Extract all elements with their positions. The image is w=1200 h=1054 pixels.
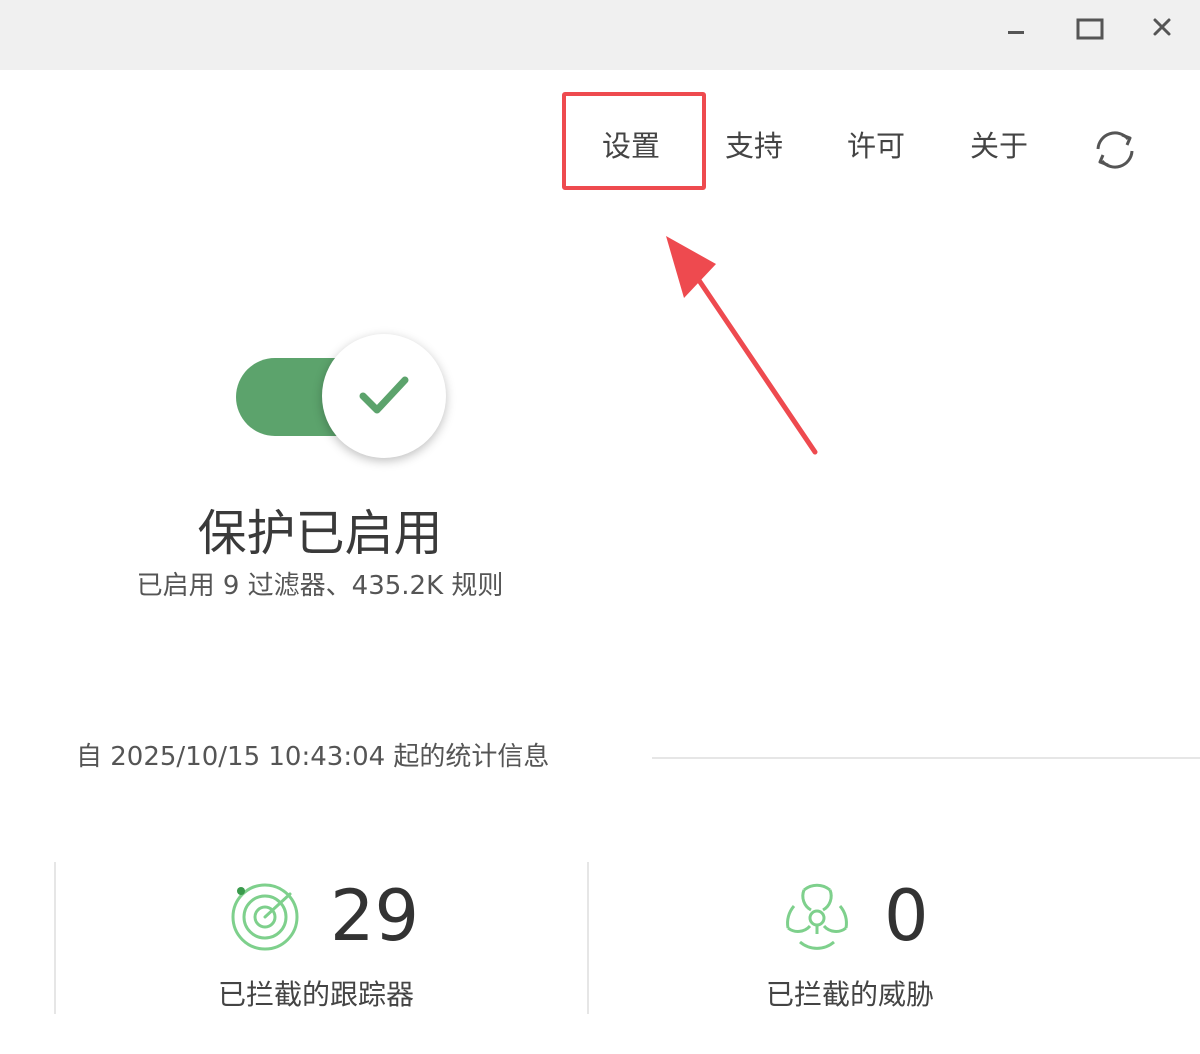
title-bar — [0, 0, 1200, 70]
nav-license[interactable]: 许可 — [847, 124, 905, 168]
nav-about[interactable]: 关于 — [970, 124, 1028, 168]
protection-status-subtitle: 已启用 9 过滤器、435.2K 规则 — [136, 571, 504, 601]
threats-blocked-label: 已拦截的威胁 — [766, 978, 935, 1011]
toggle-knob — [322, 334, 446, 458]
stat-divider-left — [54, 862, 56, 1014]
checkmark-icon — [359, 376, 409, 414]
close-button[interactable] — [1142, 10, 1182, 46]
stat-divider-middle — [587, 862, 589, 1014]
refresh-icon — [1096, 131, 1134, 169]
minimize-icon — [1008, 31, 1024, 34]
close-icon — [1153, 18, 1171, 36]
trackers-blocked-label: 已拦截的跟踪器 — [218, 978, 415, 1011]
statistics-header: 自 2025/10/15 10:43:04 起的统计信息 — [76, 742, 550, 772]
protection-status-title: 保护已启用 — [197, 505, 443, 562]
protection-toggle[interactable] — [236, 334, 450, 458]
maximize-button[interactable] — [1070, 10, 1110, 46]
refresh-button[interactable] — [1090, 125, 1140, 175]
nav-support[interactable]: 支持 — [725, 124, 783, 168]
statistics-divider — [652, 757, 1200, 759]
biohazard-icon — [786, 883, 848, 950]
annotation-arrow-icon — [666, 236, 818, 455]
trackers-blocked-count: 29 — [330, 875, 420, 957]
threats-blocked-count: 0 — [884, 875, 929, 957]
highlight-box — [562, 92, 706, 190]
radar-icon — [231, 883, 299, 951]
maximize-icon — [1076, 18, 1104, 40]
minimize-button[interactable] — [998, 10, 1038, 46]
